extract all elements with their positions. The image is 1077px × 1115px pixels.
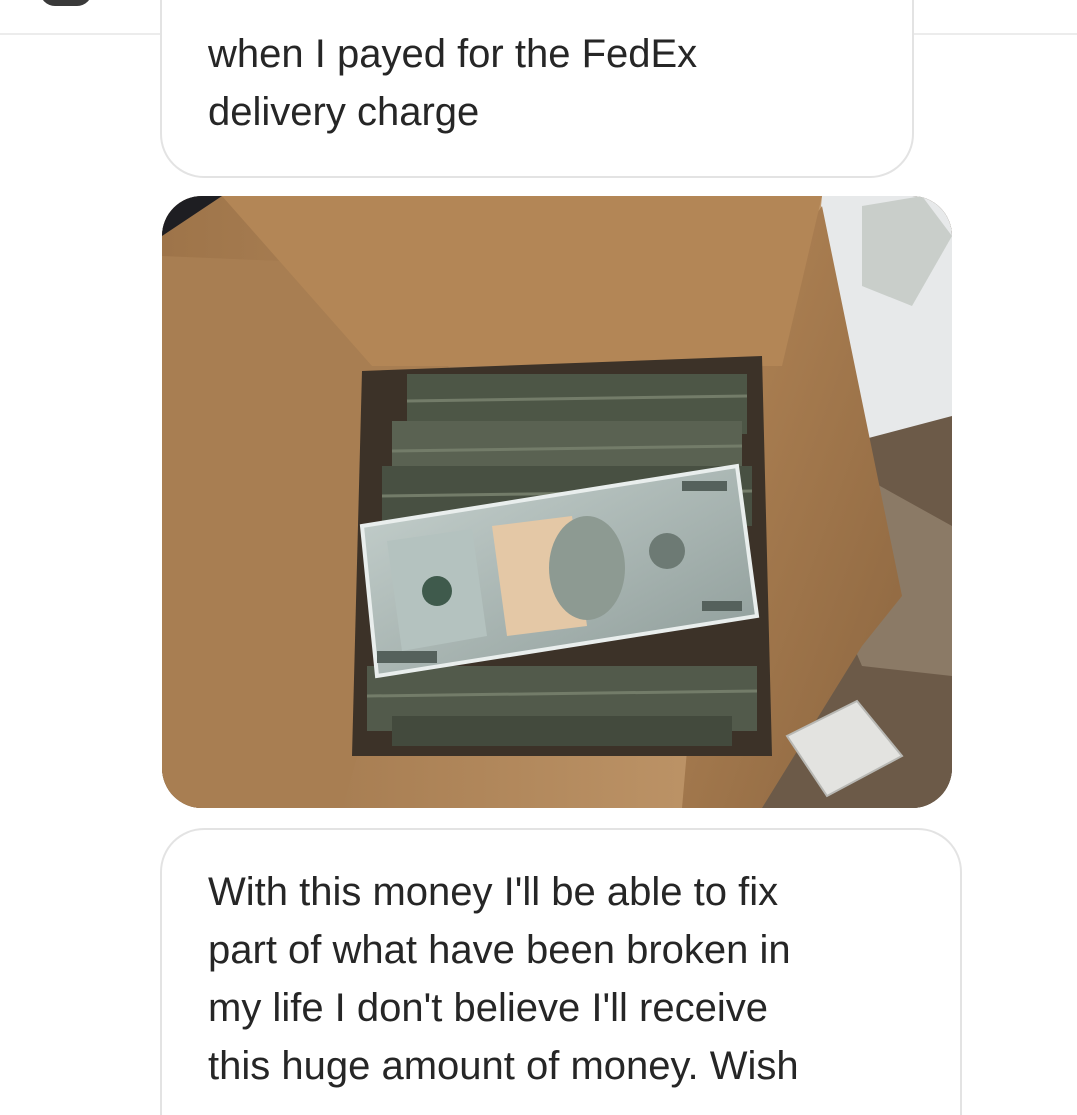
photo-message[interactable]	[162, 196, 952, 808]
avatar[interactable]	[40, 0, 92, 6]
chat-screen: when I payed for the FedEx delivery char…	[0, 0, 1077, 1115]
message-bubble-received[interactable]: With this money I'll be able to fix part…	[160, 828, 962, 1115]
message-text: when I payed for the FedEx delivery char…	[208, 32, 698, 134]
message-text: With this money I'll be able to fix part…	[208, 870, 799, 1088]
money-bag-photo	[162, 196, 952, 808]
message-bubble-received[interactable]: when I payed for the FedEx delivery char…	[160, 0, 914, 178]
